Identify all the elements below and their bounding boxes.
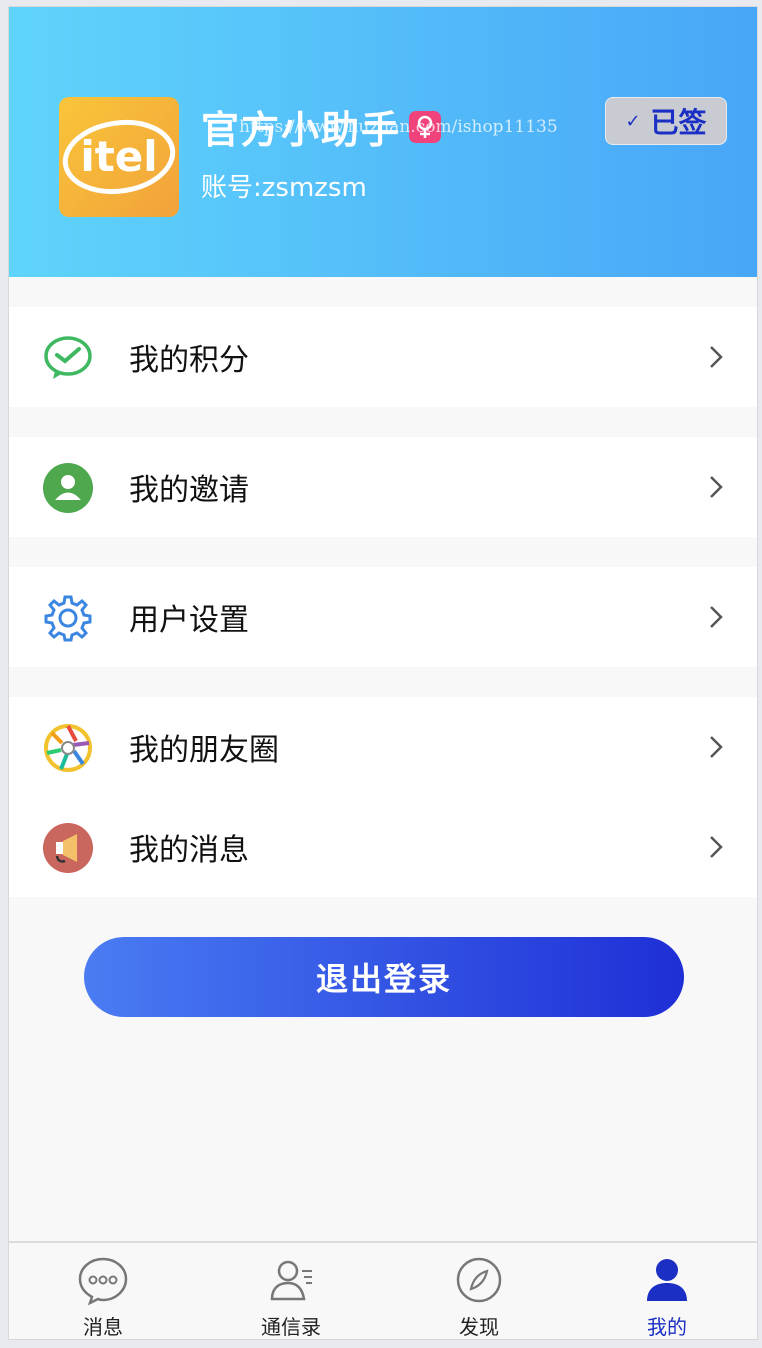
avatar-logo-icon: itel bbox=[62, 120, 176, 194]
wechat-check-icon bbox=[44, 336, 92, 379]
menu-item-label: 我的积分 bbox=[129, 343, 249, 378]
menu-item-label: 我的朋友圈 bbox=[129, 733, 279, 768]
chevron-right-icon bbox=[710, 346, 723, 368]
sign-in-button[interactable]: ✓ 已签 bbox=[605, 97, 727, 145]
chevron-right-icon bbox=[710, 606, 723, 628]
menu-item-label: 我的邀请 bbox=[129, 473, 249, 508]
contacts-icon bbox=[270, 1260, 312, 1301]
avatar-text: itel bbox=[80, 132, 157, 181]
menu-item-label: 用户设置 bbox=[129, 603, 249, 638]
menu-group-social: 我的朋友圈 我的消息 bbox=[9, 697, 757, 897]
menu-group-points: 我的积分 bbox=[9, 307, 757, 407]
logout-button[interactable]: 退出登录 bbox=[84, 937, 684, 1017]
menu-item-settings[interactable]: 用户设置 bbox=[9, 567, 757, 667]
chevron-right-icon bbox=[710, 736, 723, 758]
menu-group-settings: 用户设置 bbox=[9, 567, 757, 667]
chevron-right-icon bbox=[710, 476, 723, 498]
menu-item-moments[interactable]: 我的朋友圈 bbox=[9, 697, 757, 797]
gear-icon bbox=[44, 595, 92, 642]
menu-item-points[interactable]: 我的积分 bbox=[9, 307, 757, 407]
invite-user-icon bbox=[43, 463, 93, 513]
user-icon bbox=[647, 1259, 687, 1301]
tab-label: 发现 bbox=[459, 1315, 499, 1339]
avatar[interactable]: itel bbox=[59, 97, 179, 217]
tab-label: 我的 bbox=[647, 1315, 687, 1339]
tab-discover[interactable]: 发现 bbox=[385, 1243, 573, 1339]
app-frame: itel 官方小助手 https://www.huzhan.com/ishop1… bbox=[8, 6, 758, 1340]
megaphone-icon bbox=[43, 823, 93, 873]
menu-item-invite[interactable]: 我的邀请 bbox=[9, 437, 757, 537]
tab-label: 消息 bbox=[83, 1315, 123, 1339]
menu-item-messages[interactable]: 我的消息 bbox=[9, 797, 757, 897]
watermark-text: https://www.huzhan.com/ishop11135 bbox=[239, 117, 558, 137]
account-id: 账号:zsmzsm bbox=[201, 173, 367, 203]
tab-mine[interactable]: 我的 bbox=[573, 1243, 757, 1339]
menu-item-label: 我的消息 bbox=[129, 833, 249, 868]
tab-bar: 消息 通信录 发现 我的 bbox=[9, 1241, 757, 1339]
chevron-right-icon bbox=[710, 836, 723, 858]
menu-group-invite: 我的邀请 bbox=[9, 437, 757, 537]
compass-icon bbox=[456, 1257, 502, 1303]
chat-bubble-icon bbox=[78, 1257, 128, 1305]
tab-label: 通信录 bbox=[261, 1315, 321, 1339]
tab-messages[interactable]: 消息 bbox=[9, 1243, 197, 1339]
tab-contacts[interactable]: 通信录 bbox=[197, 1243, 385, 1339]
aperture-icon bbox=[44, 724, 92, 772]
profile-header: itel 官方小助手 https://www.huzhan.com/ishop1… bbox=[9, 7, 757, 277]
sign-in-label: 已签 bbox=[650, 106, 707, 139]
check-icon: ✓ bbox=[625, 110, 641, 132]
